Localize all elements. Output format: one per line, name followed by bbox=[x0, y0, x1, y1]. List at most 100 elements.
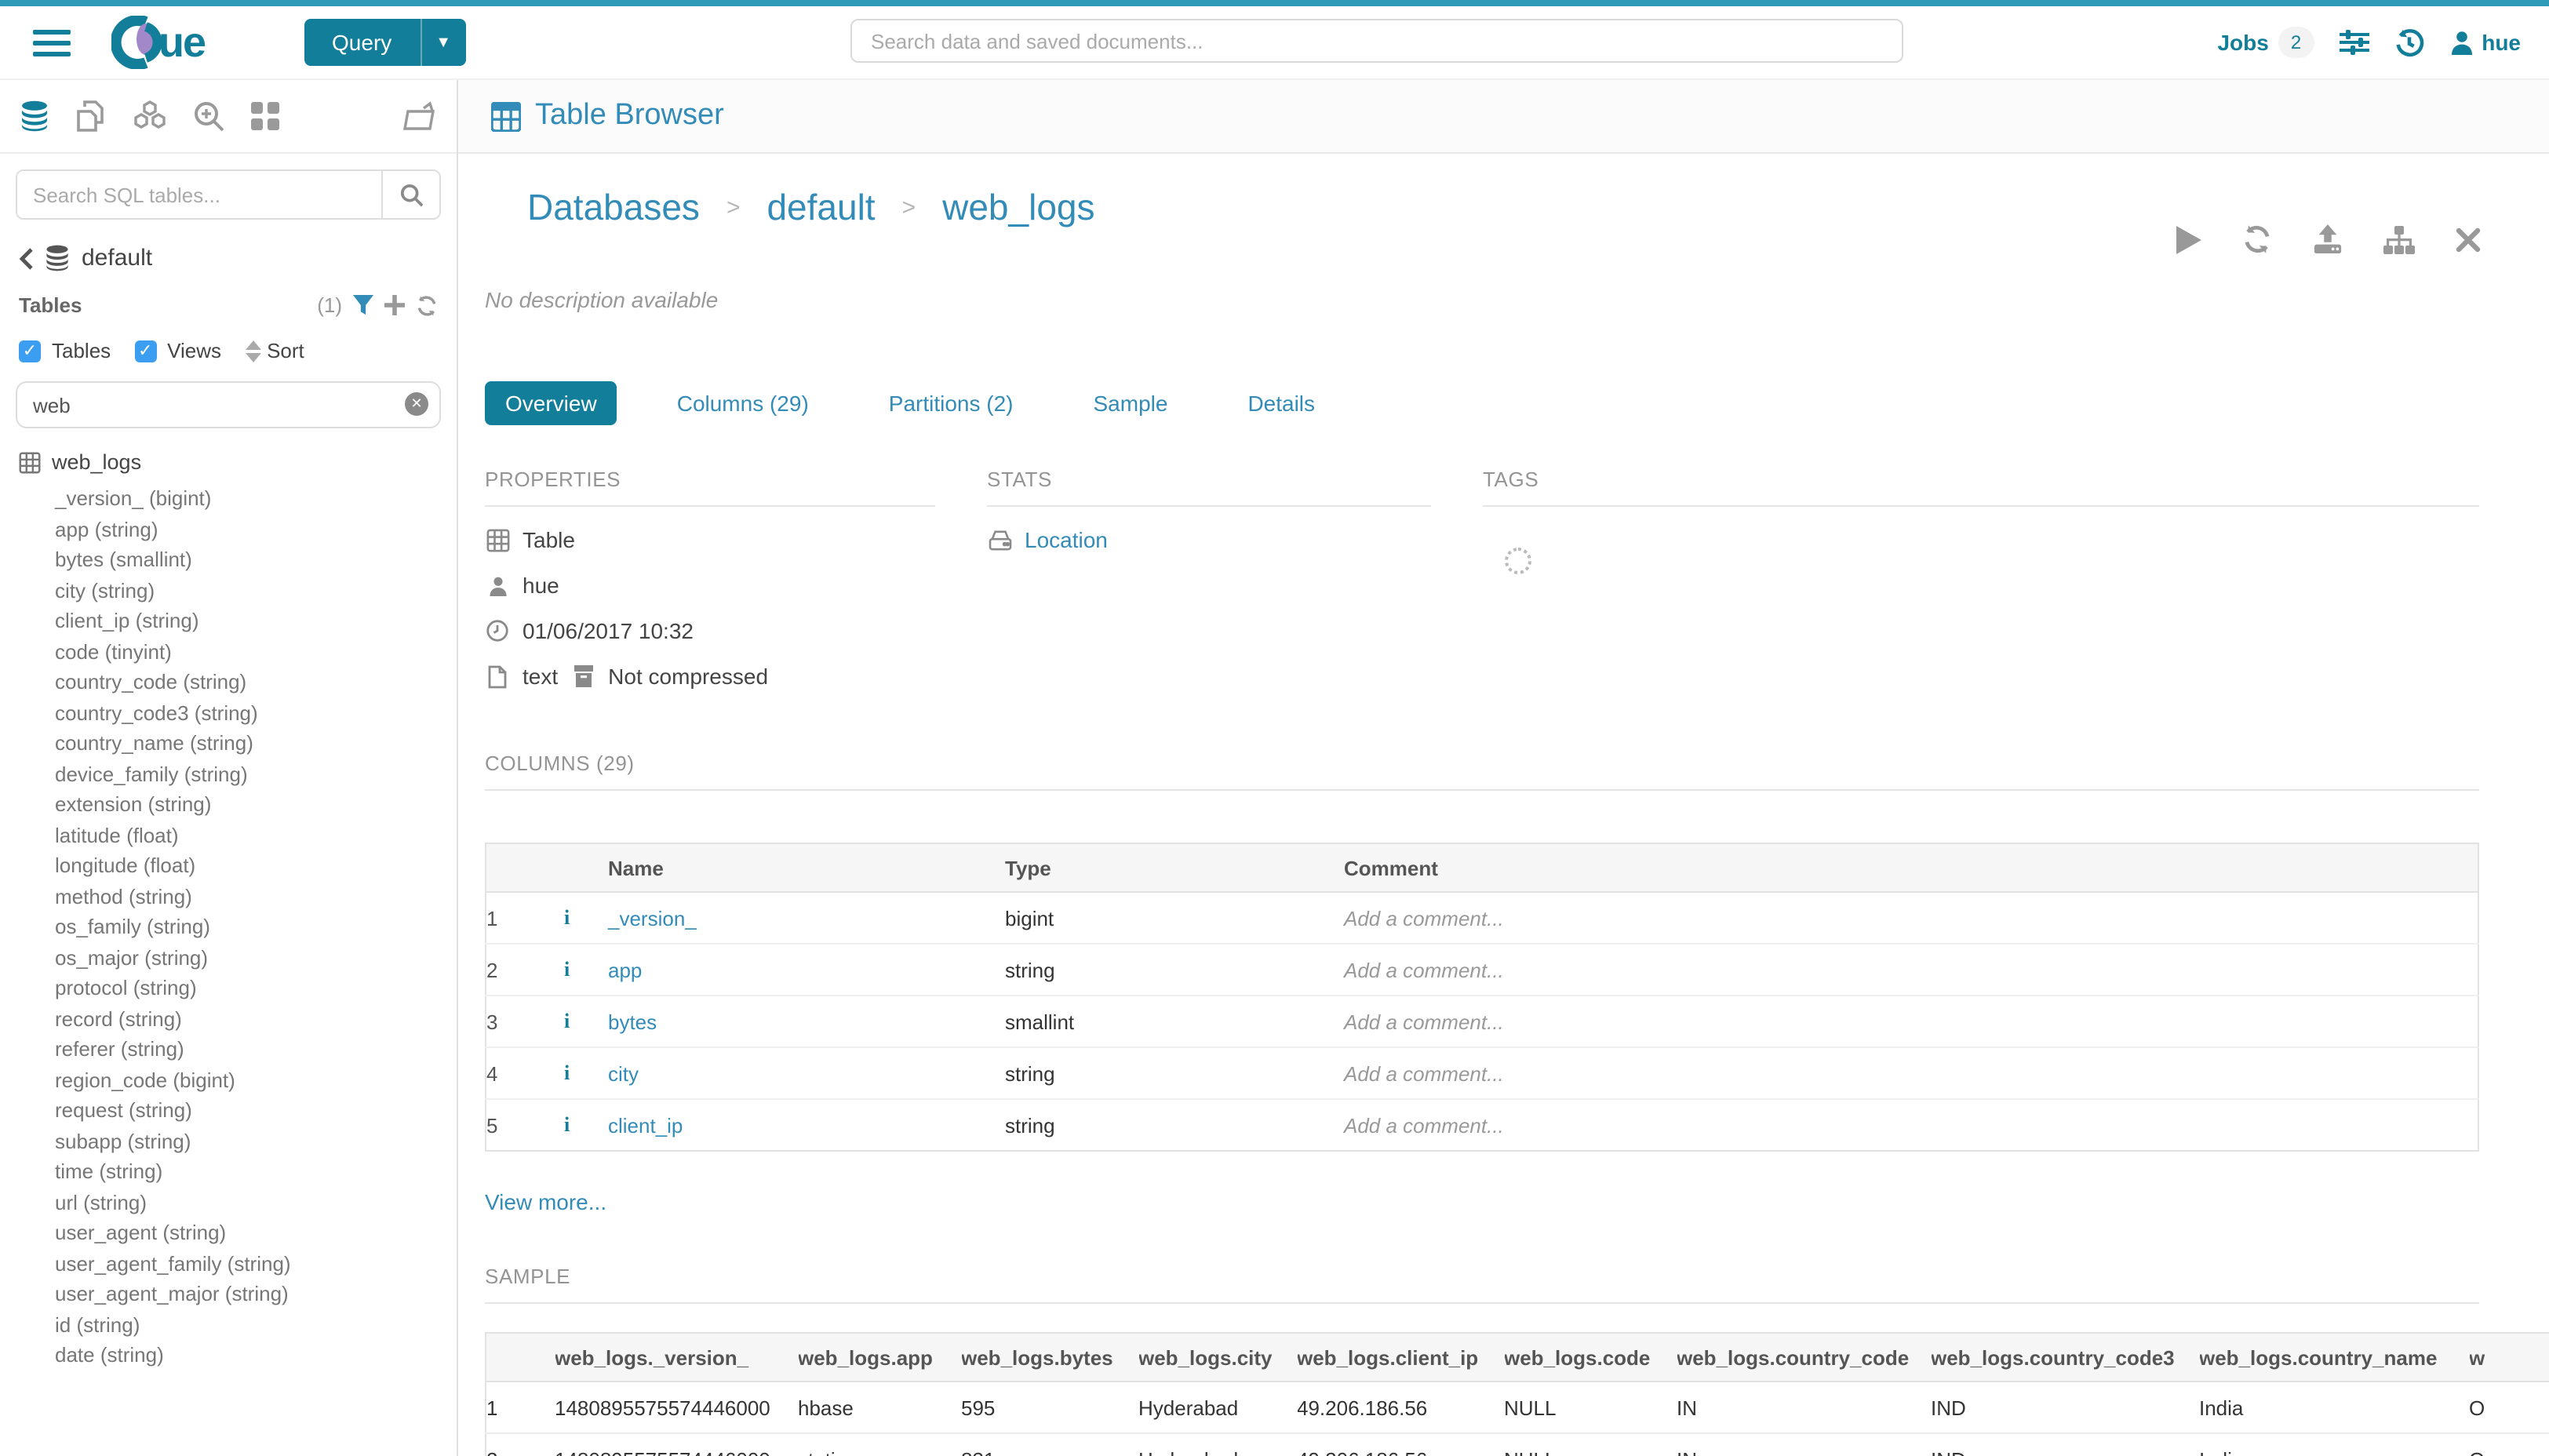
sort-toggle[interactable]: Sort bbox=[245, 339, 304, 362]
tables-checkbox-label[interactable]: Tables bbox=[52, 339, 111, 362]
hue-logo[interactable]: ue bbox=[111, 16, 205, 69]
filter-funnel-icon[interactable] bbox=[353, 295, 373, 315]
jobs-link[interactable]: Jobs 2 bbox=[2217, 27, 2314, 58]
assist-column-item[interactable]: request (string) bbox=[55, 1095, 457, 1126]
assist-column-item[interactable]: code (tinyint) bbox=[55, 636, 457, 667]
column-name-link[interactable]: bytes bbox=[608, 1010, 657, 1033]
main-content: Table Browser Databases > default > web_… bbox=[458, 80, 2549, 1456]
sliders-icon[interactable] bbox=[2339, 30, 2369, 55]
add-comment-field[interactable]: Add a comment... bbox=[1344, 996, 2478, 1047]
refresh-icon[interactable] bbox=[2241, 224, 2271, 254]
tab-overview[interactable]: Overview bbox=[485, 381, 617, 425]
sample-header-cell: web_logs.bytes bbox=[961, 1333, 1138, 1381]
play-icon[interactable] bbox=[2176, 225, 2201, 253]
tab-sample[interactable]: Sample bbox=[1073, 381, 1189, 425]
assist-column-item[interactable]: city (string) bbox=[55, 575, 457, 606]
assist-column-item[interactable]: method (string) bbox=[55, 881, 457, 912]
assist-icon-bar bbox=[0, 80, 457, 154]
search-icon[interactable] bbox=[381, 171, 439, 218]
user-icon bbox=[2449, 30, 2474, 55]
info-icon[interactable]: i bbox=[564, 1009, 570, 1032]
history-icon[interactable] bbox=[2394, 27, 2423, 57]
info-icon[interactable]: i bbox=[564, 957, 570, 981]
column-name-link[interactable]: app bbox=[608, 958, 642, 981]
info-icon[interactable]: i bbox=[564, 1061, 570, 1084]
assist-column-item[interactable]: device_family (string) bbox=[55, 759, 457, 789]
caret-down-icon: ▼ bbox=[435, 34, 451, 51]
assist-column-item[interactable]: time (string) bbox=[55, 1156, 457, 1187]
breadcrumb-web-logs[interactable]: web_logs bbox=[942, 187, 1094, 229]
assist-column-item[interactable]: region_code (bigint) bbox=[55, 1065, 457, 1095]
assist-column-item[interactable]: user_agent_major (string) bbox=[55, 1279, 457, 1309]
menu-icon[interactable] bbox=[33, 23, 71, 62]
breadcrumb-default[interactable]: default bbox=[767, 187, 875, 229]
documents-icon[interactable] bbox=[77, 100, 107, 132]
add-comment-field[interactable]: Add a comment... bbox=[1344, 944, 2478, 996]
tags-section: TAGS bbox=[1483, 468, 2479, 689]
assist-column-item[interactable]: longitude (float) bbox=[55, 850, 457, 881]
info-icon[interactable]: i bbox=[564, 905, 570, 929]
column-name-link[interactable]: city bbox=[608, 1061, 639, 1085]
database-icon[interactable] bbox=[19, 100, 50, 132]
assist-column-item[interactable]: user_agent_family (string) bbox=[55, 1248, 457, 1279]
assist-column-item[interactable]: url (string) bbox=[55, 1187, 457, 1218]
clear-icon[interactable]: ✕ bbox=[405, 392, 428, 416]
assist-search-input[interactable] bbox=[17, 171, 381, 218]
add-comment-field[interactable]: Add a comment... bbox=[1344, 1099, 2478, 1151]
assist-table-item[interactable]: web_logs bbox=[19, 450, 457, 474]
column-row-number: 3 bbox=[486, 996, 564, 1047]
column-type: bigint bbox=[1005, 892, 1344, 944]
assist-column-item[interactable]: date (string) bbox=[55, 1340, 457, 1370]
query-caret-button[interactable]: ▼ bbox=[420, 19, 465, 66]
user-menu[interactable]: hue bbox=[2449, 30, 2521, 55]
tab-details[interactable]: Details bbox=[1227, 381, 1335, 425]
column-name-link[interactable]: client_ip bbox=[608, 1113, 683, 1137]
add-comment-field[interactable]: Add a comment... bbox=[1344, 1047, 2478, 1099]
folder-open-icon[interactable] bbox=[403, 100, 438, 132]
property-created-value: 01/06/2017 10:32 bbox=[523, 618, 694, 643]
sitemap-icon[interactable] bbox=[2383, 225, 2414, 253]
close-icon[interactable] bbox=[2455, 227, 2480, 252]
global-search-input[interactable] bbox=[850, 19, 1903, 63]
views-checkbox[interactable]: ✓ bbox=[134, 340, 156, 362]
query-button[interactable]: Query bbox=[304, 19, 420, 66]
views-checkbox-label[interactable]: Views bbox=[167, 339, 221, 362]
apps-grid-icon[interactable] bbox=[251, 102, 279, 130]
tables-checkbox[interactable]: ✓ bbox=[19, 340, 41, 362]
assist-column-item[interactable]: os_family (string) bbox=[55, 912, 457, 942]
assist-database-row[interactable]: default bbox=[19, 245, 441, 271]
refresh-icon[interactable] bbox=[416, 294, 438, 316]
tab-partitions-2[interactable]: Partitions (2) bbox=[868, 381, 1034, 425]
sample-cell: 1480895575574446000 bbox=[555, 1381, 798, 1433]
location-link[interactable]: Location bbox=[1025, 527, 1108, 552]
assist-column-item[interactable]: latitude (float) bbox=[55, 820, 457, 850]
assist-column-item[interactable]: client_ip (string) bbox=[55, 606, 457, 636]
assist-column-item[interactable]: referer (string) bbox=[55, 1034, 457, 1065]
view-more-link[interactable]: View more... bbox=[485, 1189, 606, 1214]
assist-column-item[interactable]: user_agent (string) bbox=[55, 1218, 457, 1248]
tab-columns-29[interactable]: Columns (29) bbox=[657, 381, 829, 425]
breadcrumb: Databases > default > web_logs bbox=[485, 187, 2549, 229]
breadcrumb-databases[interactable]: Databases bbox=[527, 187, 700, 229]
assist-column-item[interactable]: protocol (string) bbox=[55, 973, 457, 1003]
assist-column-item[interactable]: id (string) bbox=[55, 1309, 457, 1340]
divider bbox=[987, 505, 1431, 507]
add-comment-field[interactable]: Add a comment... bbox=[1344, 892, 2478, 944]
assist-column-item[interactable]: _version_ (bigint) bbox=[55, 483, 457, 514]
assist-column-item[interactable]: subapp (string) bbox=[55, 1126, 457, 1156]
plus-icon[interactable] bbox=[384, 295, 405, 315]
assist-column-item[interactable]: record (string) bbox=[55, 1003, 457, 1034]
search-plus-icon[interactable] bbox=[193, 100, 224, 132]
assist-column-item[interactable]: bytes (smallint) bbox=[55, 544, 457, 575]
assist-filter-input[interactable] bbox=[16, 381, 441, 428]
assist-column-item[interactable]: os_major (string) bbox=[55, 942, 457, 973]
column-name-link[interactable]: _version_ bbox=[608, 906, 697, 930]
assist-column-item[interactable]: extension (string) bbox=[55, 789, 457, 820]
upload-icon[interactable] bbox=[2312, 224, 2342, 254]
assist-column-item[interactable]: country_code (string) bbox=[55, 667, 457, 697]
assist-column-item[interactable]: country_code3 (string) bbox=[55, 697, 457, 728]
cubes-icon[interactable] bbox=[133, 100, 166, 132]
assist-column-item[interactable]: country_name (string) bbox=[55, 728, 457, 759]
info-icon[interactable]: i bbox=[564, 1112, 570, 1136]
assist-column-item[interactable]: app (string) bbox=[55, 514, 457, 544]
